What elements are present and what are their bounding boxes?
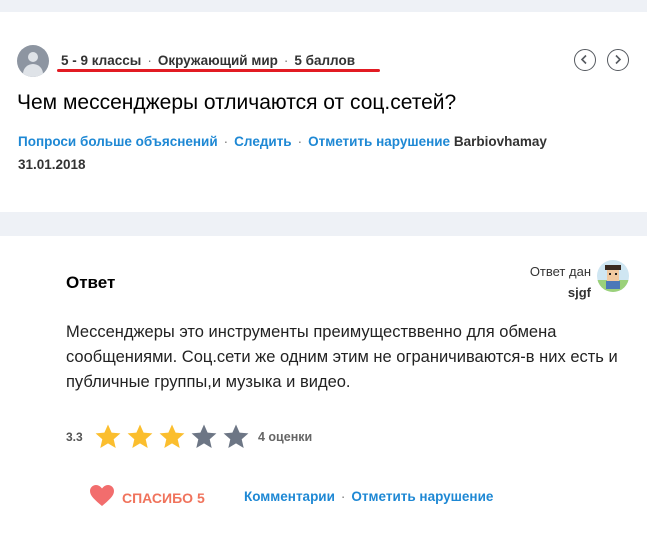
star-empty-icon[interactable] — [190, 423, 218, 451]
avatar-body — [23, 64, 43, 77]
star-filled-icon[interactable] — [94, 423, 122, 451]
answerer-username[interactable]: sjgf — [500, 285, 591, 300]
grade-link[interactable]: 5 - 9 классы — [61, 53, 141, 68]
rating-value: 3.3 — [66, 430, 83, 444]
star-filled-icon[interactable] — [126, 423, 154, 451]
comments-link[interactable]: Комментарии — [244, 489, 335, 504]
chevron-right-icon — [615, 54, 622, 65]
answer-title: Ответ — [66, 273, 116, 292]
answer-links: Комментарии · Отметить нарушение — [244, 489, 493, 504]
next-question-button[interactable] — [607, 49, 629, 71]
rating-count: 4 оценки — [258, 430, 313, 444]
chevron-left-icon — [580, 54, 587, 65]
follow-link[interactable]: Следить — [234, 134, 291, 149]
question-actions: Попроси больше объяснений · Следить · Отмети… — [18, 134, 547, 149]
section-separator — [0, 212, 647, 236]
star-empty-icon[interactable] — [222, 423, 250, 451]
star-filled-icon[interactable] — [158, 423, 186, 451]
thanks-label: СПАСИБО 5 — [122, 490, 205, 506]
subject-link[interactable]: Окружающий мир — [158, 53, 278, 68]
ask-more-link[interactable]: Попроси больше объяснений — [18, 134, 218, 149]
answer-text: Мессенджеры это инструменты преимуществв… — [66, 323, 618, 391]
question-date: 31.01.2018 — [18, 157, 86, 172]
separator-dot: · — [223, 134, 229, 149]
question-author[interactable]: Barbiovhamay — [454, 134, 547, 149]
report-answer-link[interactable]: Отметить нарушение — [351, 489, 493, 504]
separator-dot: · — [283, 53, 289, 68]
points-label: 5 баллов — [294, 53, 355, 68]
answerer-avatar-image — [597, 265, 629, 292]
question-text: Чем мессенджеры отличаются от соц.сетей? — [17, 91, 457, 114]
asker-avatar[interactable] — [17, 45, 49, 77]
heart-icon — [90, 485, 114, 506]
separator-dot: · — [297, 134, 303, 149]
separator-dot: · — [147, 53, 152, 68]
separator-dot: · — [340, 489, 346, 504]
question-meta: 5 - 9 классы · Окружающий мир · 5 баллов — [61, 53, 355, 68]
red-underline-annotation — [57, 69, 380, 72]
avatar-head — [28, 52, 38, 62]
top-band — [0, 0, 647, 12]
answerer-avatar[interactable] — [597, 260, 629, 292]
report-question-link[interactable]: Отметить нарушение — [308, 134, 450, 149]
answered-by-label: Ответ дан — [529, 264, 591, 279]
prev-question-button[interactable] — [574, 49, 596, 71]
